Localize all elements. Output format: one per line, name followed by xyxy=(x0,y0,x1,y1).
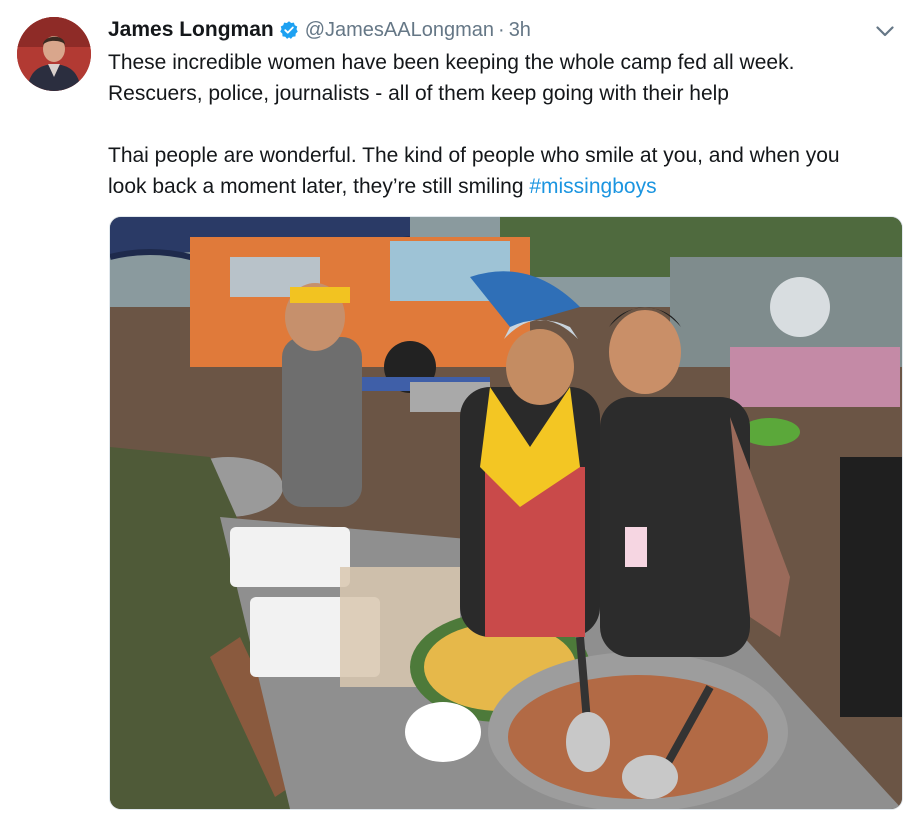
tweet-text: These incredible women have been keeping… xyxy=(108,47,898,202)
tweet-line-3: Thai people are wonderful. The kind of p… xyxy=(108,144,840,167)
tweet-line-4: look back a moment later, they’re still … xyxy=(108,171,898,202)
author-handle[interactable]: @JamesAALongman xyxy=(305,19,494,42)
chevron-down-icon xyxy=(876,25,894,36)
hashtag-link[interactable]: #missingboys xyxy=(529,175,656,198)
tweet-line-2: Rescuers, police, journalists - all of t… xyxy=(108,82,729,105)
tweet-timestamp[interactable]: 3h xyxy=(509,19,531,42)
tweet-line-1: These incredible women have been keeping… xyxy=(108,51,795,74)
separator-dot: · xyxy=(498,18,505,41)
tweet-line-4-text: look back a moment later, they’re still … xyxy=(108,175,530,198)
tweet-photo[interactable] xyxy=(109,216,903,810)
avatar[interactable] xyxy=(17,17,91,91)
author-name[interactable]: James Longman xyxy=(108,18,274,42)
tweet: James Longman @JamesAALongman · 3h These… xyxy=(0,0,914,824)
tweet-header: James Longman @JamesAALongman · 3h xyxy=(108,16,531,44)
more-options-button[interactable] xyxy=(874,22,896,40)
verified-badge-icon xyxy=(279,20,299,40)
